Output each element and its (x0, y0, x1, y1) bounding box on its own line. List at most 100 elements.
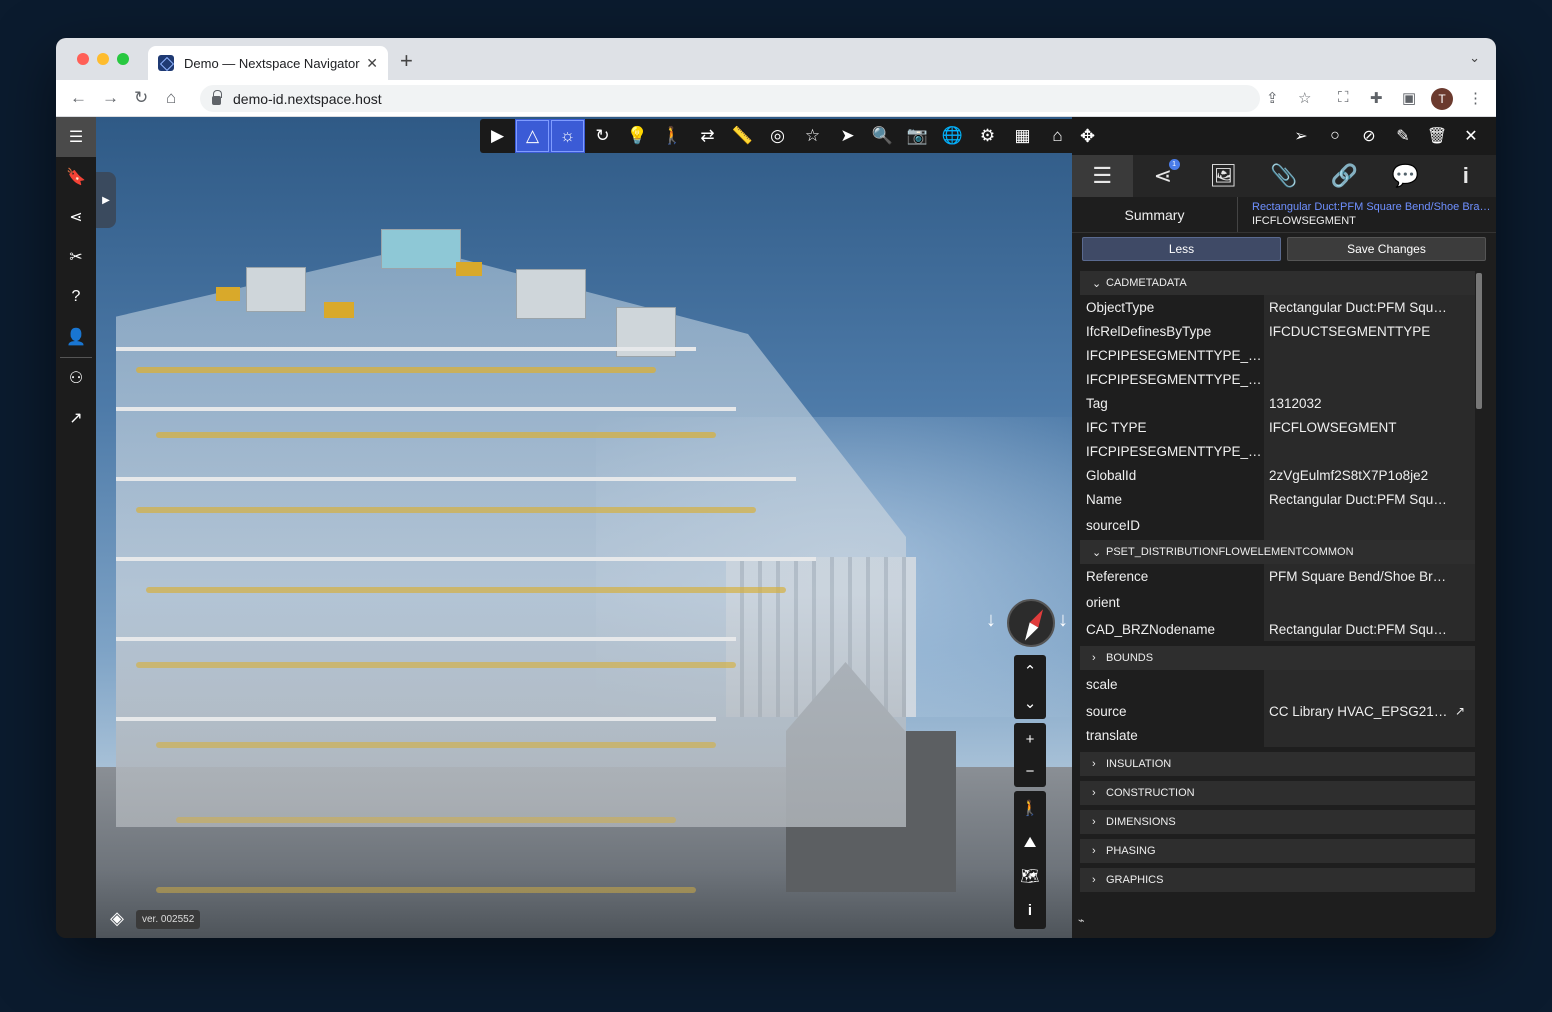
bookmark-icon[interactable]: 🔖 (56, 157, 96, 197)
reload-icon[interactable]: ↻ (134, 88, 148, 108)
tool-walk-person-button[interactable]: 🚶 (655, 119, 690, 153)
tools-icon[interactable]: ✂ (56, 237, 96, 277)
tab-close-icon[interactable]: ✕ (366, 55, 378, 72)
property-value[interactable]: Rectangular Duct:PFM Squa… (1264, 487, 1475, 511)
close-panel-icon[interactable]: ✕ (1454, 126, 1488, 146)
brush-icon[interactable]: ✎ (1386, 126, 1420, 146)
extensions-puzzle-icon[interactable]: ✚ (1370, 89, 1383, 107)
rotate-right-arrow-icon[interactable]: ↓ (1058, 609, 1068, 632)
tilt-up-button[interactable]: ⌃ (1014, 655, 1046, 687)
property-value[interactable]: CC Library HVAC_EPSG212… ↗ (1264, 699, 1475, 723)
send-icon[interactable]: ➢ (1284, 126, 1318, 146)
external-link-icon[interactable]: ↗ (56, 398, 96, 438)
tool-globe-button[interactable]: 🌐 (935, 119, 970, 153)
help-circle-icon[interactable]: ? (56, 277, 96, 317)
menu-hamburger-icon[interactable]: ☰ (56, 117, 96, 157)
section-header[interactable]: › BOUNDS (1080, 646, 1475, 670)
tab-share[interactable]: ⋖ 1 (1133, 155, 1194, 197)
terrain-mode-icon[interactable]: ⛰ (1014, 825, 1046, 859)
selected-object-name[interactable]: Rectangular Duct:PFM Square Bend/Shoe Br… (1252, 201, 1496, 213)
property-value[interactable]: PFM Square Bend/Shoe Bra… (1264, 564, 1475, 588)
property-value[interactable] (1264, 511, 1475, 540)
tilt-down-button[interactable]: ⌄ (1014, 687, 1046, 719)
forward-arrow-icon[interactable]: → (102, 88, 119, 108)
property-value[interactable] (1264, 343, 1475, 367)
share-page-icon[interactable]: ⇪ (1266, 89, 1279, 107)
tool-play-button[interactable]: ▶ (480, 119, 515, 153)
property-value[interactable] (1264, 588, 1475, 617)
map-mode-icon[interactable]: 🗺 (1014, 859, 1046, 893)
maximize-window-button[interactable] (117, 53, 129, 65)
move-arrows-icon[interactable]: ✥ (1080, 126, 1100, 147)
new-tab-button[interactable]: + (400, 48, 413, 74)
section-header[interactable]: › CONSTRUCTION (1080, 781, 1475, 805)
browser-menu-icon[interactable]: ⋮ (1468, 89, 1483, 107)
eye-off-icon[interactable]: ⊘ (1352, 126, 1386, 146)
section-header[interactable]: › GRAPHICS (1080, 868, 1475, 892)
property-value[interactable] (1264, 723, 1475, 747)
url-text[interactable]: demo-id.nextspace.host (233, 91, 382, 107)
property-value[interactable]: Rectangular Duct:PFM Squa… (1264, 295, 1475, 319)
minimize-window-button[interactable] (97, 53, 109, 65)
browser-tab[interactable]: Demo — Nextspace Navigator ✕ (148, 46, 388, 80)
tool-terrain-button[interactable]: △ (515, 119, 550, 153)
zoom-in-button[interactable]: + (1014, 723, 1046, 755)
tool-camera-button[interactable]: 📷 (900, 119, 935, 153)
bim-model-building[interactable] (116, 247, 906, 827)
tab-link[interactable]: 🔗 (1314, 155, 1375, 197)
tool-star-button[interactable]: ☆ (795, 119, 830, 153)
rotate-left-arrow-icon[interactable]: ↓ (986, 609, 996, 632)
address-bar[interactable]: demo-id.nextspace.host (200, 85, 1260, 112)
section-header[interactable]: ⌄ CADMETADATA (1080, 271, 1475, 295)
tool-home-button[interactable]: ⌂ (1040, 119, 1072, 153)
user-badge-icon[interactable]: ⚇ (56, 358, 96, 398)
tool-grid-button[interactable]: ▦ (1005, 119, 1040, 153)
section-header[interactable]: › PHASING (1080, 839, 1475, 863)
home-icon[interactable]: ⌂ (166, 88, 176, 108)
tool-swap-button[interactable]: ⇄ (690, 119, 725, 153)
tool-lightbulb-button[interactable]: 💡 (620, 119, 655, 153)
save-changes-button[interactable]: Save Changes (1287, 237, 1486, 261)
tab-list[interactable]: ☰ (1072, 155, 1133, 197)
property-value[interactable] (1264, 439, 1475, 463)
property-value[interactable]: 2zVgEulmf2S8tX7P1o8je2 (1264, 463, 1475, 487)
tab-search-chevron-icon[interactable]: ⌄ (1469, 50, 1480, 66)
user-icon[interactable]: 👤 (56, 317, 96, 357)
tool-settings-button[interactable]: ⚙ (970, 119, 1005, 153)
walk-mode-icon[interactable]: 🚶 (1014, 791, 1046, 825)
back-arrow-icon[interactable]: ← (70, 88, 87, 108)
trash-icon[interactable]: 🗑 (1420, 126, 1454, 146)
external-link-icon[interactable]: ↗ (1455, 704, 1465, 718)
sidepanel-icon[interactable]: ▣ (1402, 89, 1416, 107)
tab-comments[interactable]: 💬 (1375, 155, 1436, 197)
close-window-button[interactable] (77, 53, 89, 65)
tool-sun-button[interactable]: ☼ (550, 119, 585, 153)
tab-image[interactable]: 🖼 (1193, 155, 1254, 197)
profile-avatar[interactable]: T (1431, 88, 1453, 110)
screenshot-icon[interactable]: ⛶ (1338, 89, 1349, 106)
circle-icon[interactable]: ○ (1318, 127, 1352, 145)
property-value[interactable] (1264, 367, 1475, 391)
bookmark-star-icon[interactable]: ☆ (1298, 89, 1311, 107)
property-value[interactable]: IFCFLOWSEGMENT (1264, 415, 1475, 439)
section-header[interactable]: ⌄ PSET_DISTRIBUTIONFLOWELEMENTCOMMON (1080, 540, 1475, 564)
compass[interactable] (1007, 599, 1055, 647)
property-value[interactable] (1264, 670, 1475, 699)
tool-zoom-button[interactable]: 🔍 (865, 119, 900, 153)
summary-title[interactable]: Summary (1072, 197, 1238, 232)
tab-attachment[interactable]: 📎 (1254, 155, 1315, 197)
feed-icon[interactable]: ⌁ (1078, 914, 1085, 927)
tool-measure-button[interactable]: 📏 (725, 119, 760, 153)
property-value[interactable]: Rectangular Duct:PFM Squa… (1264, 617, 1475, 641)
tool-pointer-button[interactable]: ➤ (830, 119, 865, 153)
expand-sidebar-tab[interactable]: ▶ (96, 172, 116, 228)
section-header[interactable]: › DIMENSIONS (1080, 810, 1475, 834)
property-value[interactable]: IFCDUCTSEGMENTTYPE (1264, 319, 1475, 343)
info-icon[interactable]: i (1014, 893, 1046, 927)
tool-rotate-button[interactable]: ↻ (585, 119, 620, 153)
tab-info[interactable]: i (1435, 155, 1496, 197)
layers-icon[interactable]: ◈ (106, 907, 128, 929)
share-nodes-icon[interactable]: ⋖ (56, 197, 96, 237)
tool-target-button[interactable]: ◎ (760, 119, 795, 153)
section-header[interactable]: › INSULATION (1080, 752, 1475, 776)
